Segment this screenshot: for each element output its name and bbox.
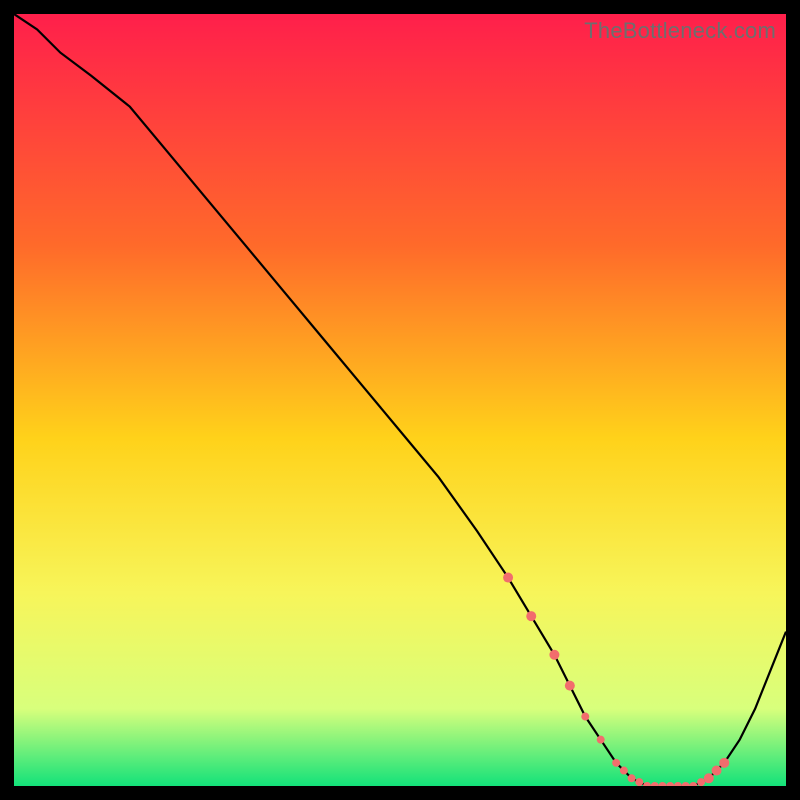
scatter-point	[526, 611, 536, 621]
scatter-point	[565, 681, 575, 691]
scatter-point	[503, 573, 513, 583]
chart-frame: TheBottleneck.com	[14, 14, 786, 786]
scatter-point	[581, 713, 589, 721]
scatter-point	[719, 758, 729, 768]
watermark-text: TheBottleneck.com	[584, 18, 776, 44]
scatter-point	[612, 759, 620, 767]
scatter-point	[549, 650, 559, 660]
scatter-point	[597, 736, 605, 744]
scatter-point	[712, 766, 722, 776]
scatter-point	[620, 767, 628, 775]
gradient-background	[14, 14, 786, 786]
scatter-point	[704, 773, 714, 783]
scatter-point	[635, 778, 643, 786]
chart-svg	[14, 14, 786, 786]
scatter-point	[697, 778, 705, 786]
scatter-point	[628, 774, 636, 782]
